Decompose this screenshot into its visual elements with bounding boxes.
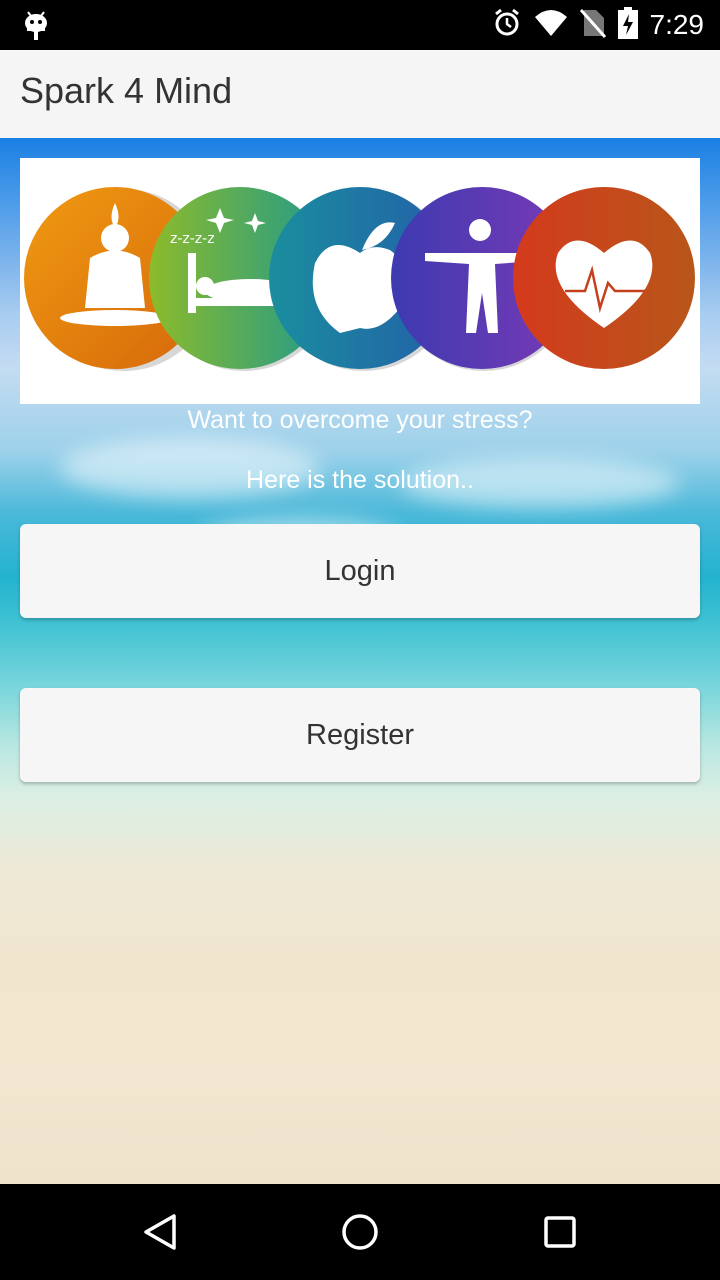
login-button[interactable]: Login <box>20 524 700 618</box>
alarm-icon <box>492 8 522 42</box>
back-icon[interactable] <box>136 1208 184 1256</box>
no-sim-icon <box>579 8 606 42</box>
navigation-bar <box>0 1184 720 1280</box>
status-bar: 7:29 <box>0 0 720 50</box>
tagline: Want to overcome your stress? <box>187 406 533 434</box>
register-button[interactable]: Register <box>20 688 700 782</box>
main-content: z-z-z-z Want to overcome your stress? He… <box>0 138 720 1184</box>
clock-time: 7:29 <box>649 9 705 40</box>
battery-charging-icon <box>617 7 638 43</box>
heart-icon <box>513 187 695 369</box>
wifi-icon <box>534 9 568 41</box>
subline: Here is the solution.. <box>246 466 474 494</box>
wellness-banner: z-z-z-z <box>20 158 700 404</box>
home-icon[interactable] <box>336 1208 384 1256</box>
svg-text:z-z-z-z: z-z-z-z <box>170 231 215 247</box>
android-debug-icon <box>22 8 50 46</box>
recents-icon[interactable] <box>536 1208 584 1256</box>
app-title: Spark 4 Mind <box>20 70 233 111</box>
app-bar: Spark 4 Mind <box>0 50 720 139</box>
